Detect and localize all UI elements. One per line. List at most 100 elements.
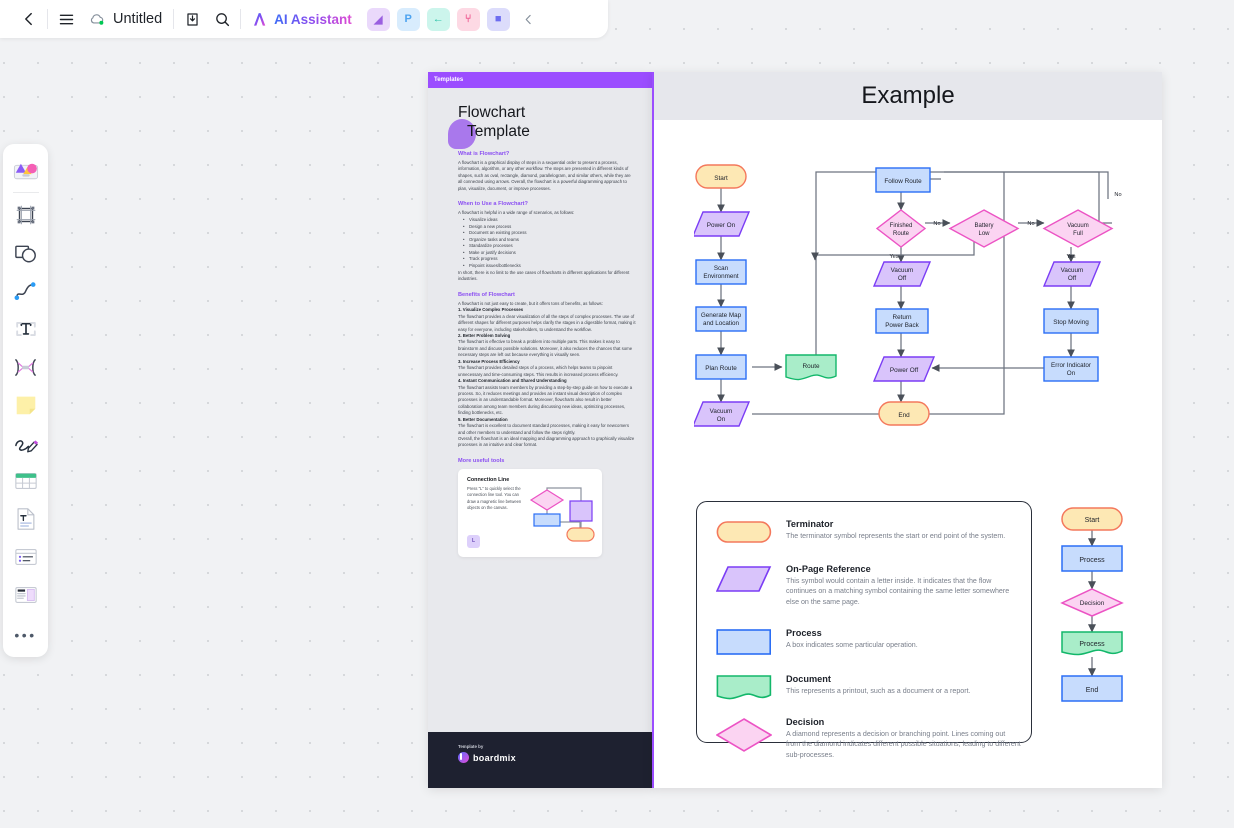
boardmix-logo-icon bbox=[458, 752, 469, 763]
node-vacuum-full[interactable]: Vacuum Full bbox=[1042, 209, 1114, 248]
legend-row-on-page-reference: On-Page Reference This symbol would cont… bbox=[715, 564, 1021, 607]
example-title: Example bbox=[861, 82, 955, 109]
benefit-text: The flowchart assists team members by pr… bbox=[458, 384, 633, 416]
node-label: Return bbox=[893, 314, 912, 321]
connection-line-diagram bbox=[529, 487, 595, 542]
node-label: End bbox=[898, 412, 910, 419]
top-toolbar: Untitled AI Assistant ◢ P ← ⑂ ■ bbox=[0, 0, 608, 38]
footer-label: Template by bbox=[458, 744, 484, 749]
connection-line-card[interactable]: Connection Line Press "L" to quickly sel… bbox=[458, 468, 602, 557]
connection-line-text: Press "L" to quickly select the connecti… bbox=[467, 485, 522, 510]
templates-tab-bar: Templates bbox=[428, 72, 652, 88]
node-label: Full bbox=[1073, 231, 1083, 237]
image-generator-app[interactable]: ◢ bbox=[366, 7, 390, 31]
pen-curve-tool[interactable] bbox=[8, 273, 44, 309]
node-label: Off bbox=[898, 275, 907, 282]
mini-node-process-2[interactable]: Process bbox=[1061, 631, 1123, 656]
node-stop-moving[interactable]: Stop Moving bbox=[1043, 308, 1099, 334]
node-finished-route[interactable]: Finished Route bbox=[875, 209, 927, 248]
list-tool[interactable] bbox=[8, 539, 44, 575]
connector-tool[interactable] bbox=[8, 349, 44, 385]
node-label: On bbox=[1067, 370, 1076, 377]
node-power-off[interactable]: Power Off bbox=[872, 356, 936, 382]
node-label: Start bbox=[1085, 517, 1100, 524]
node-vacuum-on[interactable]: Vacuum On bbox=[694, 401, 751, 427]
search-button[interactable] bbox=[207, 4, 237, 34]
presentation-app[interactable]: P bbox=[396, 7, 420, 31]
mini-node-start[interactable]: Start bbox=[1061, 507, 1123, 531]
template-content: Flowchart Template What is Flowchart? A … bbox=[428, 88, 652, 557]
mindmap-app[interactable]: ← bbox=[426, 7, 450, 31]
templates-tab-label: Templates bbox=[434, 77, 464, 83]
template-page[interactable]: Templates Flowchart Template What is Flo… bbox=[428, 72, 652, 788]
example-page[interactable]: Example Start Power On Scan Environment … bbox=[652, 72, 1162, 788]
layout-tool[interactable] bbox=[8, 577, 44, 613]
legend-desc: The terminator symbol represents the sta… bbox=[786, 532, 1006, 540]
node-return-power-back[interactable]: Return Power Back bbox=[875, 308, 929, 334]
mini-node-process-1[interactable]: Process bbox=[1061, 545, 1123, 572]
templates-icon bbox=[13, 163, 38, 180]
legend-desc: A diamond represents a decision or branc… bbox=[786, 730, 1021, 759]
node-end[interactable]: End bbox=[878, 401, 930, 426]
node-label: Power On bbox=[707, 222, 736, 229]
templates-tool[interactable] bbox=[8, 151, 44, 187]
shape-icon bbox=[15, 245, 36, 262]
document-title-button[interactable]: Untitled bbox=[81, 4, 170, 34]
mini-node-decision[interactable]: Decision bbox=[1060, 588, 1124, 617]
node-label: Decision bbox=[1080, 600, 1105, 607]
shortcut-key-badge: L bbox=[467, 534, 480, 548]
ai-sparkle-icon bbox=[254, 12, 266, 26]
node-vacuum-off-right[interactable]: Vacuum Off bbox=[1042, 261, 1102, 287]
more-tools-button[interactable]: ••• bbox=[8, 615, 44, 651]
mini-flowchart[interactable]: Start Process Decision Process End bbox=[1054, 504, 1130, 734]
terminator-shape-icon bbox=[716, 519, 772, 550]
table-tool[interactable] bbox=[8, 463, 44, 499]
edge-label-yes-2: Yes bbox=[1066, 254, 1075, 260]
node-power-on[interactable]: Power On bbox=[694, 211, 751, 237]
process-shape-icon bbox=[716, 628, 772, 661]
benefit-text: The flowchart provides a clear visualiza… bbox=[458, 313, 636, 332]
node-plan-route[interactable]: Plan Route bbox=[695, 354, 747, 380]
edge-label-yes-1: Yes bbox=[889, 254, 898, 260]
back-button[interactable] bbox=[14, 4, 44, 34]
node-start[interactable]: Start bbox=[695, 164, 747, 189]
collapse-toolbar-button[interactable] bbox=[518, 4, 540, 34]
node-route-document[interactable]: Route bbox=[785, 354, 837, 381]
ai-assistant-button[interactable]: AI Assistant bbox=[246, 5, 360, 33]
shape-tool[interactable] bbox=[8, 235, 44, 271]
node-vacuum-off-left[interactable]: Vacuum Off bbox=[872, 261, 932, 287]
toolbar-divider-3 bbox=[240, 9, 242, 29]
document-tool[interactable] bbox=[8, 501, 44, 537]
ai-assistant-label: AI Assistant bbox=[274, 11, 352, 27]
brand-lockup: boardmix bbox=[458, 752, 652, 763]
more-tools-heading: More useful tools bbox=[458, 457, 505, 464]
comment-app[interactable]: ■ bbox=[486, 7, 510, 31]
legend-desc: A box indicates some particular operatio… bbox=[786, 641, 918, 649]
node-battery-low[interactable]: Battery Low bbox=[948, 209, 1020, 248]
mini-node-end[interactable]: End bbox=[1061, 675, 1123, 702]
section-heading-3: Benefits of Flowchart bbox=[458, 291, 515, 298]
frame-tool[interactable] bbox=[8, 197, 44, 233]
main-flowchart[interactable]: Start Power On Scan Environment Generate… bbox=[694, 152, 1154, 452]
brand-name: boardmix bbox=[473, 752, 516, 763]
sticky-note-tool[interactable] bbox=[8, 387, 44, 423]
legend-row-terminator: Terminator The terminator symbol represe… bbox=[716, 519, 1016, 550]
section-bullet-list: Visualize ideasDesign a new processDocum… bbox=[463, 217, 636, 269]
rail-divider bbox=[12, 192, 39, 193]
node-generate-map[interactable]: Generate Map and Location bbox=[695, 306, 747, 332]
draw-tool[interactable] bbox=[8, 425, 44, 461]
node-follow-route[interactable]: Follow Route bbox=[875, 167, 931, 193]
export-button[interactable] bbox=[177, 4, 207, 34]
benefit-text: The flowchart provides detailed steps of… bbox=[458, 365, 619, 377]
template-title-line1: Flowchart bbox=[458, 104, 526, 121]
node-scan-environment[interactable]: Scan Environment bbox=[695, 259, 747, 285]
section-body-1: A flowchart is a graphical display of st… bbox=[458, 159, 631, 191]
legend-row-process: Process A box indicates some particular … bbox=[716, 628, 1016, 661]
main-menu-button[interactable] bbox=[51, 4, 81, 34]
chevron-left-icon bbox=[525, 14, 531, 24]
node-error-indicator[interactable]: Error Indicator On bbox=[1043, 356, 1099, 382]
text-tool[interactable] bbox=[8, 311, 44, 347]
org-chart-app[interactable]: ⑂ bbox=[456, 7, 480, 31]
node-label: Stop Moving bbox=[1053, 319, 1089, 326]
search-icon bbox=[215, 12, 229, 26]
